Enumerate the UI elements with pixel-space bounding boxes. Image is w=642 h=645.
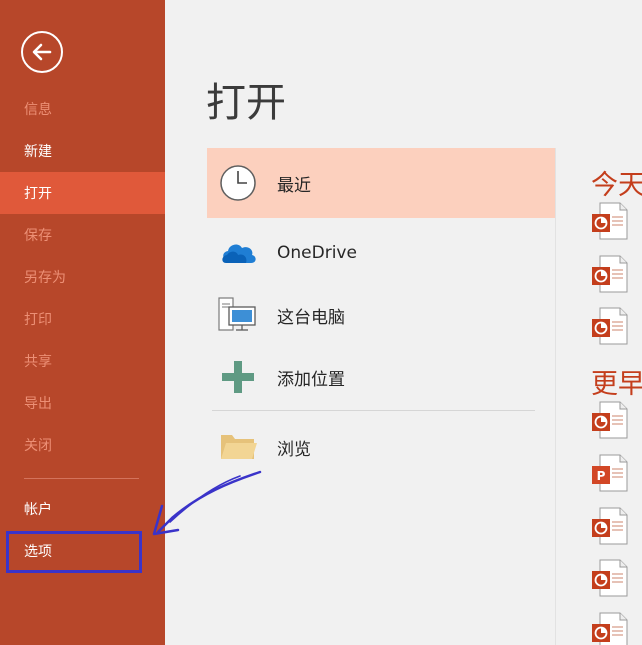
sidebar-item-save-as[interactable]: 另存为 bbox=[0, 256, 165, 298]
onedrive-cloud-icon bbox=[213, 231, 263, 275]
recent-section-today: 今天 bbox=[591, 170, 642, 201]
location-label: 这台电脑 bbox=[277, 307, 345, 328]
location-recent[interactable]: 最近 bbox=[207, 148, 555, 218]
pptx-file-icon[interactable] bbox=[590, 254, 630, 294]
pptx-file-icon[interactable] bbox=[590, 506, 630, 546]
panel-separator bbox=[555, 148, 556, 645]
sidebar-item-new[interactable]: 新建 bbox=[0, 130, 165, 172]
location-onedrive[interactable]: OneDrive bbox=[207, 222, 555, 284]
plus-icon bbox=[213, 355, 263, 399]
arrow-left-icon bbox=[32, 43, 52, 61]
sidebar-item-share[interactable]: 共享 bbox=[0, 340, 165, 382]
location-label: 浏览 bbox=[277, 439, 311, 460]
computer-icon bbox=[213, 293, 263, 337]
location-browse[interactable]: 浏览 bbox=[207, 416, 555, 478]
page-title: 打开 bbox=[206, 80, 286, 126]
locations-divider bbox=[212, 410, 535, 411]
backstage-sidebar: 信息 新建 打开 保存 另存为 打印 共享 导出 关闭 帐户 选项 bbox=[0, 0, 165, 645]
sidebar-item-save[interactable]: 保存 bbox=[0, 214, 165, 256]
recent-section-older: 更早 bbox=[591, 369, 642, 400]
svg-text:P: P bbox=[597, 469, 606, 483]
sidebar-item-account[interactable]: 帐户 bbox=[0, 488, 165, 530]
location-label: OneDrive bbox=[277, 243, 357, 263]
clock-icon bbox=[213, 161, 263, 205]
ppt-file-icon[interactable]: P bbox=[590, 453, 630, 493]
sidebar-item-open[interactable]: 打开 bbox=[0, 172, 165, 214]
location-label: 添加位置 bbox=[277, 369, 345, 390]
sidebar-item-print[interactable]: 打印 bbox=[0, 298, 165, 340]
sidebar-divider bbox=[24, 478, 139, 479]
back-button[interactable] bbox=[21, 31, 63, 73]
backstage-view: 信息 新建 打开 保存 另存为 打印 共享 导出 关闭 帐户 选项 打开 最近 bbox=[0, 0, 642, 645]
sidebar-item-export[interactable]: 导出 bbox=[0, 382, 165, 424]
sidebar-item-close[interactable]: 关闭 bbox=[0, 424, 165, 466]
sidebar-item-info[interactable]: 信息 bbox=[0, 88, 165, 130]
location-this-pc[interactable]: 这台电脑 bbox=[207, 284, 555, 346]
pptx-file-icon[interactable] bbox=[590, 611, 630, 645]
pptx-file-icon[interactable] bbox=[590, 558, 630, 598]
location-label: 最近 bbox=[277, 175, 311, 196]
pptx-file-icon[interactable] bbox=[590, 306, 630, 346]
pptx-file-icon[interactable] bbox=[590, 400, 630, 440]
location-add-place[interactable]: 添加位置 bbox=[207, 346, 555, 408]
pptx-file-icon[interactable] bbox=[590, 201, 630, 241]
sidebar-item-options[interactable]: 选项 bbox=[0, 530, 165, 572]
folder-icon bbox=[213, 425, 263, 469]
